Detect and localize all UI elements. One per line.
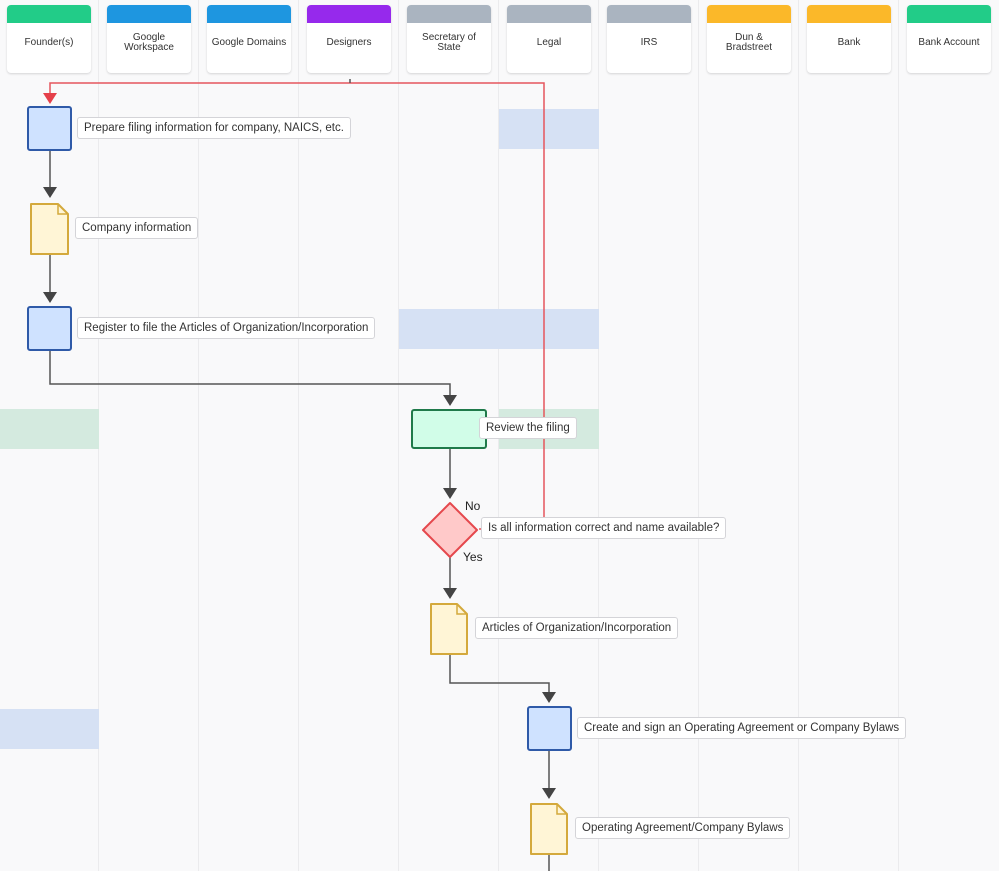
process-node-prepare[interactable]	[27, 106, 72, 151]
node-label-articles[interactable]: Articles of Organization/Incorporation	[475, 617, 679, 639]
edge-decision-no-loop[interactable]	[49, 82, 545, 530]
arrowhead-icon	[542, 788, 556, 799]
node-label-review[interactable]: Review the filing	[479, 417, 577, 439]
document-node-company-info[interactable]	[30, 203, 69, 255]
node-label-decision[interactable]: Is all information correct and name avai…	[481, 517, 727, 539]
arrowhead-icon	[443, 588, 457, 599]
node-label-prepare[interactable]: Prepare filing information for company, …	[77, 117, 351, 139]
node-label-operating[interactable]: Create and sign an Operating Agreement o…	[577, 717, 907, 739]
node-label-company-info[interactable]: Company information	[75, 217, 199, 239]
process-node-operating[interactable]	[527, 706, 572, 751]
arrowhead-icon	[443, 395, 457, 406]
arrowhead-icon	[43, 93, 57, 104]
arrowhead-icon	[43, 292, 57, 303]
arrowhead-icon	[443, 488, 457, 499]
edge-articles-to-operating[interactable]	[449, 655, 550, 693]
arrowhead-icon	[43, 187, 57, 198]
document-node-articles[interactable]	[430, 603, 468, 655]
edge-register-to-review[interactable]	[49, 351, 451, 395]
process-node-review[interactable]	[411, 409, 487, 449]
branch-label-no: No	[465, 499, 481, 513]
node-label-bylaws[interactable]: Operating Agreement/Company Bylaws	[575, 817, 791, 839]
document-node-bylaws[interactable]	[530, 803, 568, 855]
branch-label-yes: Yes	[463, 550, 483, 564]
arrowhead-icon	[542, 692, 556, 703]
node-label-register[interactable]: Register to file the Articles of Organiz…	[77, 317, 376, 339]
process-node-register[interactable]	[27, 306, 72, 351]
